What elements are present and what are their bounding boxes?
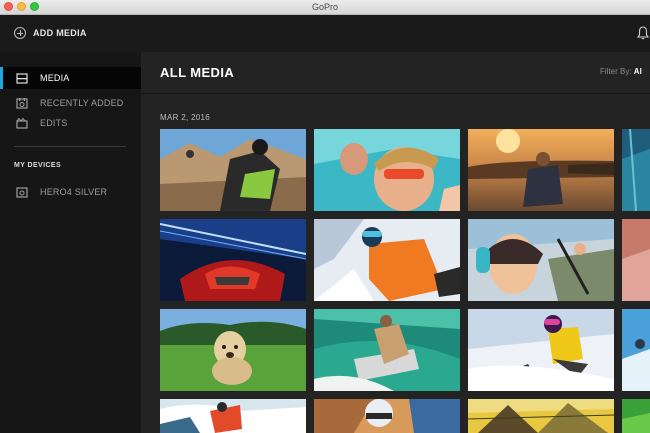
sidebar-item-label: MEDIA [40,73,70,83]
top-toolbar: ADD MEDIA [0,15,650,52]
media-thumbnail[interactable] [160,129,306,211]
page-title: ALL MEDIA [160,65,235,80]
window-title: GoPro [311,2,338,12]
media-thumbnail[interactable] [314,309,460,391]
sidebar-item-recently-added[interactable]: RECENTLY ADDED [0,92,141,114]
media-thumbnail[interactable] [468,309,614,391]
header-divider [141,93,650,94]
sidebar-item-label: HERO4 SILVER [40,187,108,197]
edits-icon [16,117,28,129]
media-thumbnail[interactable] [468,399,614,433]
sidebar-divider [14,146,126,147]
recently-added-icon [16,97,28,109]
sidebar: MEDIA RECENTLY ADDED EDITS MY DEVICES HE… [0,52,141,433]
media-thumbnail[interactable] [314,219,460,301]
active-indicator [0,67,3,89]
add-media-button[interactable]: ADD MEDIA [14,25,87,41]
filter-value: Al [633,67,642,76]
add-media-label: ADD MEDIA [33,28,87,38]
plus-circle-icon [14,27,26,39]
media-thumbnail[interactable] [314,129,460,211]
sidebar-item-label: RECENTLY ADDED [40,98,124,108]
media-thumbnail[interactable] [160,219,306,301]
window-titlebar: GoPro [0,0,650,15]
media-icon [16,72,28,84]
sidebar-item-hero4-silver[interactable]: HERO4 SILVER [0,181,141,203]
media-thumbnail[interactable] [160,399,306,433]
date-group-heading: MAR 2, 2016 [160,113,210,122]
media-thumbnail[interactable] [468,219,614,301]
media-thumbnail[interactable] [160,309,306,391]
media-thumbnail[interactable] [622,309,650,391]
main-content: ALL MEDIA Filter By: Al MAR 2, 2016 [141,52,650,433]
filter-by[interactable]: Filter By: Al [600,67,642,76]
filter-label: Filter By: [600,67,632,76]
media-thumbnail[interactable] [622,219,650,301]
media-thumbnail[interactable] [468,129,614,211]
sidebar-item-edits[interactable]: EDITS [0,112,141,134]
my-devices-heading: MY DEVICES [14,162,62,169]
sidebar-item-label: EDITS [40,118,68,128]
bell-icon[interactable] [636,25,650,41]
camera-device-icon [16,186,28,198]
media-thumbnail[interactable] [622,399,650,433]
media-thumbnail[interactable] [622,129,650,211]
sidebar-item-media[interactable]: MEDIA [0,67,141,89]
media-thumbnail[interactable] [314,399,460,433]
